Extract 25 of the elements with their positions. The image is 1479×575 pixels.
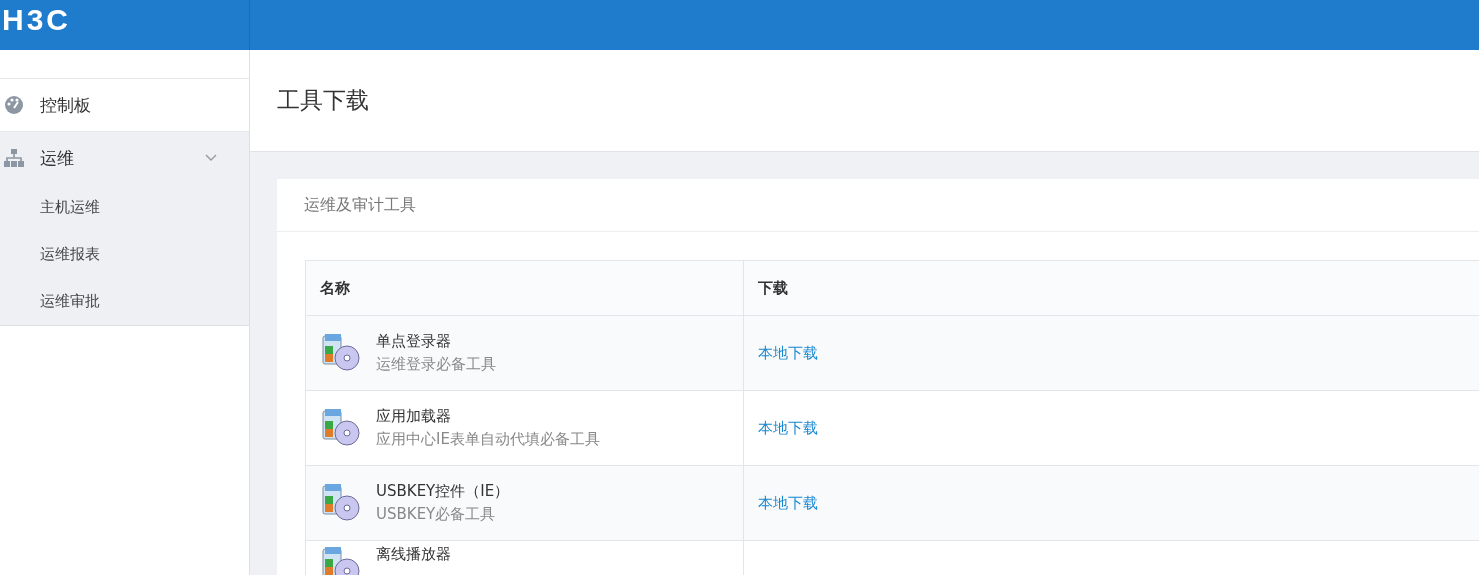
software-disc-icon	[320, 407, 362, 449]
nav-subitem[interactable]: 运维审批	[0, 278, 249, 325]
tool-name: USBKEY控件（IE）	[376, 482, 510, 501]
logo: H3C	[2, 2, 71, 38]
column-header: 名称	[305, 260, 744, 316]
tool-name: 单点登录器	[376, 332, 452, 351]
column-header: 下载	[743, 260, 1479, 316]
software-disc-icon	[320, 332, 362, 374]
nav-item[interactable]: 运维	[0, 132, 249, 184]
download-link[interactable]: 本地下载	[758, 493, 818, 512]
gauge-icon	[4, 95, 24, 115]
card-title: 运维及审计工具	[304, 195, 416, 214]
tool-name: 离线播放器	[376, 545, 451, 564]
nav-subitem[interactable]: 运维报表	[0, 231, 249, 278]
sitemap-icon	[4, 148, 24, 168]
nav-subitem[interactable]: 主机运维	[0, 184, 249, 231]
download-link[interactable]: 本地下载	[758, 343, 818, 362]
tool-description: 运维登录必备工具	[376, 355, 496, 374]
tool-description: USBKEY必备工具	[376, 505, 497, 524]
page-title: 工具下载	[277, 86, 369, 115]
download-link[interactable]: 本地下载	[758, 418, 818, 437]
tool-name: 应用加载器	[376, 407, 452, 426]
chevron-icon	[205, 154, 217, 162]
software-disc-icon	[320, 482, 362, 524]
tool-description: 应用中心IE表单自动代填必备工具	[376, 430, 600, 449]
